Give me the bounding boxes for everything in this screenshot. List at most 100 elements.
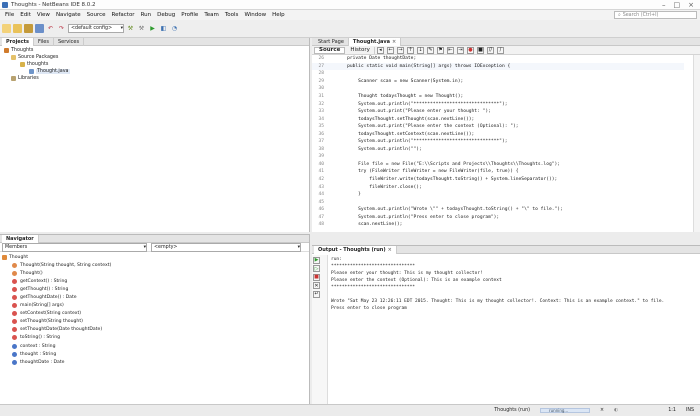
toggle-highlight-icon[interactable]: ✎	[426, 46, 434, 54]
close-button[interactable]: ×	[688, 1, 694, 9]
code-line[interactable]: 29 Scanner scan = new Scanner(System.in)…	[312, 78, 684, 86]
navigator-method[interactable]: getContext() : String	[2, 277, 307, 285]
start-macro-icon[interactable]: ●	[466, 46, 474, 54]
code-line[interactable]: 43 fileWriter.close();	[312, 183, 684, 191]
navigator-field[interactable]: thought : String	[2, 350, 307, 358]
profile-icon[interactable]: ◔	[170, 24, 179, 33]
menu-source[interactable]: Source	[84, 12, 109, 18]
code-line[interactable]: 39	[312, 153, 684, 161]
navigator-method[interactable]: getThought() : String	[2, 285, 307, 293]
tree-node-thought-java[interactable]: Thought.java	[2, 68, 307, 75]
tab-navigator[interactable]: Navigator	[2, 234, 39, 243]
tab-services[interactable]: Services	[54, 37, 85, 46]
undo-icon[interactable]: ↶	[46, 24, 55, 33]
code-line[interactable]: 28	[312, 70, 684, 78]
navigator-root[interactable]: Thought	[2, 253, 307, 261]
code-line[interactable]: 32 System.out.println("*****************…	[312, 100, 684, 108]
shift-left-icon[interactable]: ⇤	[446, 46, 454, 54]
forward-icon[interactable]: →	[396, 46, 404, 54]
redo-icon[interactable]: ↷	[57, 24, 66, 33]
code-line[interactable]: 42 fileWriter.write(todaysThought.toStri…	[312, 176, 684, 184]
build-icon[interactable]: ⚒	[126, 24, 135, 33]
last-edit-icon[interactable]: ◂	[376, 46, 384, 54]
editor-scrollbar[interactable]	[693, 55, 700, 232]
new-file-icon[interactable]	[2, 24, 11, 33]
code-line[interactable]: 45	[312, 198, 684, 206]
clean-build-icon[interactable]: ⚒	[137, 24, 146, 33]
code-line[interactable]: 40 File file = new File("E:\\Scripts and…	[312, 161, 684, 169]
menu-tools[interactable]: Tools	[222, 12, 242, 18]
tab-output[interactable]: Output - Thoughts (run) ×	[314, 245, 397, 254]
navigator-field[interactable]: context : String	[2, 342, 307, 350]
navigator-method[interactable]: Thought()	[2, 269, 307, 277]
maximize-button[interactable]: □	[674, 1, 681, 9]
notification-icon[interactable]: ◐	[614, 408, 618, 413]
navigator-method[interactable]: getThoughtDate() : Date	[2, 293, 307, 301]
code-line[interactable]: 33 System.out.print("Please enter your t…	[312, 108, 684, 116]
menu-edit[interactable]: Edit	[17, 12, 34, 18]
code-line[interactable]: 30	[312, 85, 684, 93]
navigator-field[interactable]: thoughtDate : Date	[2, 358, 307, 366]
new-project-icon[interactable]	[13, 24, 22, 33]
stop-macro-icon[interactable]: ■	[476, 46, 484, 54]
wrap-icon[interactable]: ↵	[313, 290, 320, 298]
minimize-button[interactable]: –	[662, 1, 666, 9]
navigator-method[interactable]: setThoughtDate(Date thoughtDate)	[2, 326, 307, 334]
clear-icon[interactable]: ✕	[313, 282, 320, 289]
rerun-icon[interactable]: ▶	[313, 256, 320, 264]
scope-select[interactable]: <empty> ▾	[151, 242, 301, 252]
menu-window[interactable]: Window	[241, 12, 269, 18]
close-tab-icon[interactable]: ×	[388, 247, 392, 253]
navigator-method[interactable]: main(String[] args)	[2, 302, 307, 310]
navigator-method[interactable]: setThought(String thought)	[2, 318, 307, 326]
tab-projects[interactable]: Projects	[2, 37, 35, 46]
menu-profile[interactable]: Profile	[178, 12, 201, 18]
menu-run[interactable]: Run	[138, 12, 155, 18]
tree-node-libraries[interactable]: Libraries	[2, 75, 307, 82]
tab-start-page[interactable]: Start Page	[314, 37, 349, 46]
tree-node-source-packages[interactable]: Source Packages	[2, 54, 307, 61]
code-line[interactable]: 47 System.out.println("Press enter to cl…	[312, 213, 684, 221]
run-icon[interactable]: ▶	[148, 24, 157, 33]
stop-icon[interactable]: ■	[313, 273, 320, 281]
menu-view[interactable]: View	[34, 12, 53, 18]
tab-files[interactable]: Files	[34, 37, 54, 46]
cancel-task-icon[interactable]: ×	[600, 408, 604, 413]
toggle-bookmark-icon[interactable]: ⚑	[436, 46, 444, 54]
status-task[interactable]: Thoughts (run)	[494, 408, 530, 413]
debug-icon[interactable]: ◧	[159, 24, 168, 33]
code-line[interactable]: 37 System.out.println("*****************…	[312, 138, 684, 146]
tree-node-thoughts[interactable]: Thoughts	[2, 47, 307, 54]
tree-node-package[interactable]: thoughts	[2, 61, 307, 68]
menu-navigate[interactable]: Navigate	[53, 12, 84, 18]
navigator-method[interactable]: setContext(String context)	[2, 310, 307, 318]
back-icon[interactable]: ←	[386, 46, 394, 54]
output-console[interactable]: run: ******************************* Pleas…	[331, 256, 691, 404]
code-line[interactable]: 31 Thought todaysThought = new Thought()…	[312, 93, 684, 101]
menu-debug[interactable]: Debug	[154, 12, 178, 18]
shift-right-icon[interactable]: ⇥	[456, 46, 464, 54]
open-project-icon[interactable]	[24, 24, 33, 33]
code-line[interactable]: 35 System.out.print("Please enter the co…	[312, 123, 684, 131]
code-line[interactable]: 41 try (FileWriter fileWriter = new File…	[312, 168, 684, 176]
navigator-method[interactable]: toString() : String	[2, 334, 307, 342]
menu-team[interactable]: Team	[201, 12, 222, 18]
tab-source[interactable]: Source	[314, 46, 346, 54]
menu-help[interactable]: Help	[269, 12, 288, 18]
code-line[interactable]: 34 todaysThought.setThought(scan.nextLin…	[312, 115, 684, 123]
members-select[interactable]: Members ▾	[2, 242, 147, 252]
code-line[interactable]: 38 System.out.println("");	[312, 146, 684, 154]
code-area[interactable]: 26 private Date thoughtDate; 27 public st…	[312, 55, 684, 232]
find-next-icon[interactable]: ↓	[416, 46, 424, 54]
code-line[interactable]: 46 System.out.println("Wrote \"" + today…	[312, 206, 684, 214]
menu-refactor[interactable]: Refactor	[109, 12, 138, 18]
code-line[interactable]: 26 private Date thoughtDate;	[312, 55, 684, 63]
code-line[interactable]: 44 }	[312, 191, 684, 199]
uncomment-icon[interactable]: /	[496, 46, 504, 54]
search-input[interactable]: ⌕ Search (Ctrl+I)	[614, 11, 697, 19]
code-line[interactable]: 27 public static void main(String[] args…	[312, 62, 684, 71]
rerun-options-icon[interactable]: ▷	[313, 265, 320, 272]
menu-file[interactable]: File	[2, 12, 17, 18]
comment-icon[interactable]: //	[486, 46, 494, 54]
code-line[interactable]: 48 scan.nextLine();	[312, 221, 684, 229]
